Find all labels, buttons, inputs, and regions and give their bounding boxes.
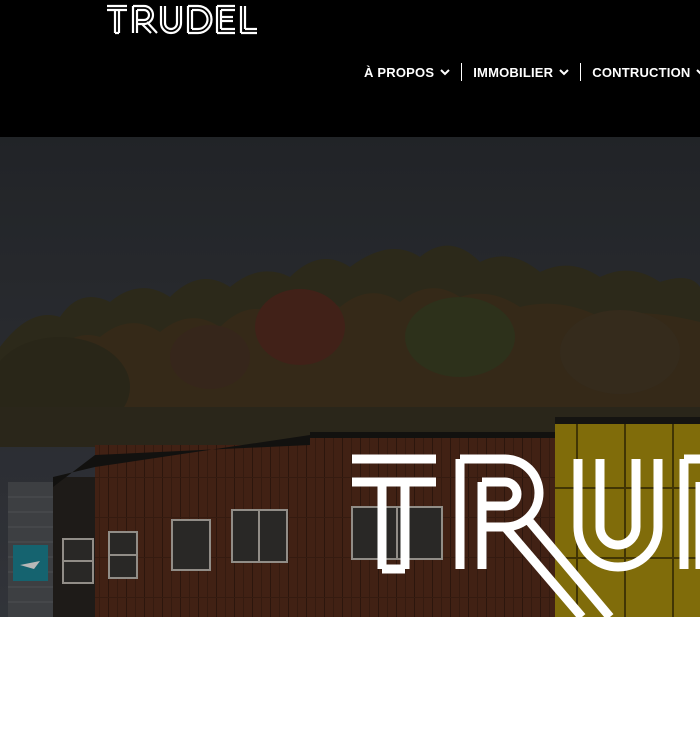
nav-divider xyxy=(580,63,582,81)
nav-item-label: CONTRUCTION xyxy=(592,64,691,80)
content-area xyxy=(0,617,700,750)
trudel-logo[interactable] xyxy=(106,3,258,35)
nav-item-construction[interactable]: CONTRUCTION xyxy=(592,65,700,80)
nav-item-label: IMMOBILIER xyxy=(473,64,554,80)
chevron-down-icon xyxy=(559,68,569,75)
chevron-down-icon xyxy=(696,68,700,74)
nav-item-a-propos[interactable]: À PROPOS xyxy=(364,65,450,80)
chevron-down-icon xyxy=(440,68,450,75)
nav-divider xyxy=(461,63,463,81)
nav-item-immobilier[interactable]: IMMOBILIER xyxy=(473,65,569,80)
nav-item-label: À PROPOS xyxy=(364,64,435,80)
site-header: À PROPOS IMMOBILIER CONTRUCTION xyxy=(0,0,700,137)
hero-image xyxy=(0,137,700,617)
main-nav: À PROPOS IMMOBILIER CONTRUCTION xyxy=(364,62,700,82)
hero-banner xyxy=(0,137,700,617)
